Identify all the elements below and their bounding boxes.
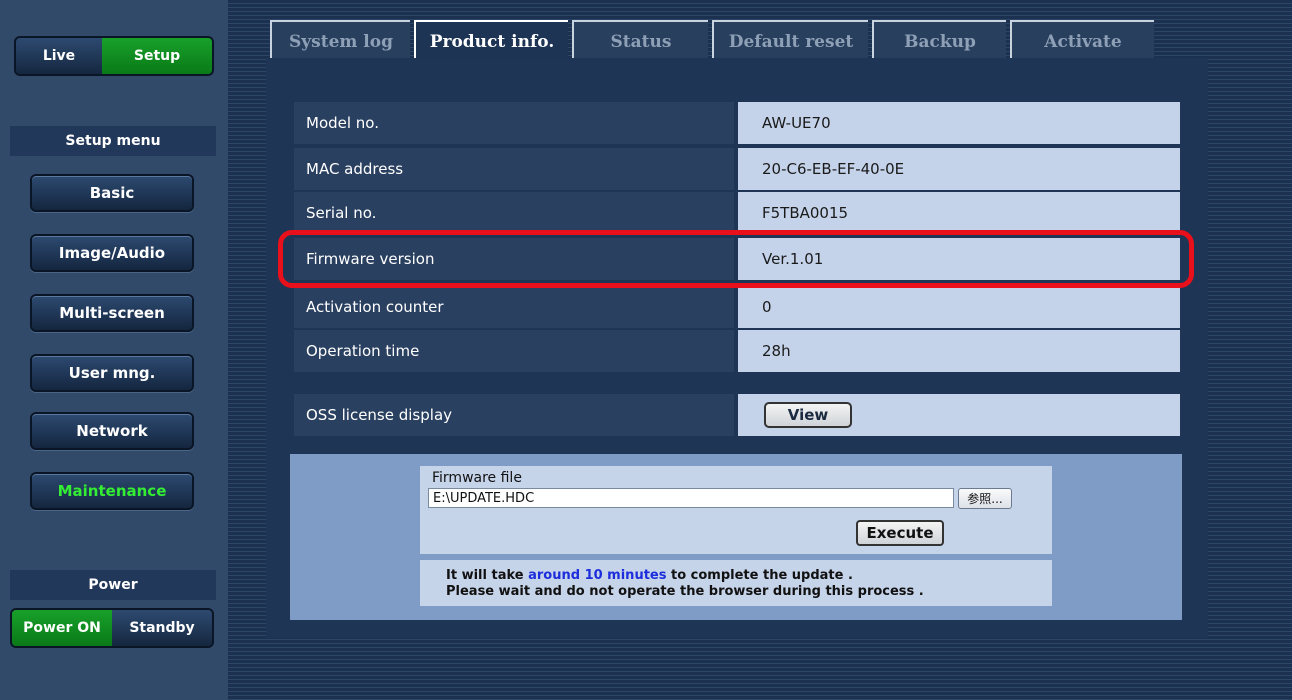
menu-user-mng-button[interactable]: User mng. — [30, 354, 194, 392]
oss-value-cell: View — [738, 394, 1180, 436]
browse-button[interactable]: 参照... — [958, 488, 1012, 509]
info-row-mac: MAC address 20-C6-EB-EF-40-0E — [294, 148, 1180, 190]
info-row-oss: OSS license display View — [294, 394, 1180, 436]
standby-button[interactable]: Standby — [112, 610, 212, 646]
update-note: It will take around 10 minutes to comple… — [420, 560, 1052, 606]
tab-activate[interactable]: Activate — [1010, 20, 1154, 60]
menu-image-audio-button[interactable]: Image/Audio — [30, 234, 194, 272]
menu-multi-screen-button[interactable]: Multi-screen — [30, 294, 194, 332]
tab-status[interactable]: Status — [572, 20, 708, 60]
info-row-model: Model no. AW-UE70 — [294, 102, 1180, 144]
firmware-file-label: Firmware file — [432, 470, 522, 486]
execute-button[interactable]: Execute — [856, 520, 944, 546]
view-button[interactable]: View — [764, 402, 852, 428]
menu-maintenance-button[interactable]: Maintenance — [30, 472, 194, 510]
tab-system-log[interactable]: System log — [270, 20, 410, 60]
tab-product-info[interactable]: Product info. — [414, 20, 568, 62]
info-value: 0 — [738, 286, 1180, 328]
tab-default-reset[interactable]: Default reset — [712, 20, 868, 60]
setup-menu-title: Setup menu — [10, 126, 216, 156]
info-label: Serial no. — [294, 192, 734, 234]
info-row-operation-time: Operation time 28h — [294, 330, 1180, 372]
sidebar: Live Setup Setup menu Basic Image/Audio … — [0, 0, 228, 700]
info-row-serial: Serial no. F5TBA0015 — [294, 192, 1180, 234]
power-switch: Power ON Standby — [10, 608, 214, 648]
note-duration: around 10 minutes — [528, 568, 667, 583]
info-value: 28h — [738, 330, 1180, 372]
tab-backup[interactable]: Backup — [872, 20, 1006, 60]
setup-button[interactable]: Setup — [102, 38, 212, 74]
note-text-post: to complete the update . — [666, 568, 853, 583]
firmware-file-input[interactable] — [428, 488, 954, 508]
mode-switch: Live Setup — [14, 36, 214, 76]
update-note-line-1: It will take around 10 minutes to comple… — [446, 568, 853, 583]
live-button[interactable]: Live — [16, 38, 102, 74]
firmware-version-highlight — [278, 230, 1194, 288]
info-label: Activation counter — [294, 286, 734, 328]
menu-basic-button[interactable]: Basic — [30, 174, 194, 212]
info-label: Model no. — [294, 102, 734, 144]
info-value: 20-C6-EB-EF-40-0E — [738, 148, 1180, 190]
info-label: Operation time — [294, 330, 734, 372]
update-note-line-2: Please wait and do not operate the brows… — [446, 584, 924, 599]
info-value: AW-UE70 — [738, 102, 1180, 144]
power-title: Power — [10, 570, 216, 600]
info-value: F5TBA0015 — [738, 192, 1180, 234]
note-text-pre: It will take — [446, 568, 529, 583]
menu-network-button[interactable]: Network — [30, 412, 194, 450]
oss-label: OSS license display — [294, 394, 734, 436]
info-row-activation: Activation counter 0 — [294, 286, 1180, 328]
power-on-button[interactable]: Power ON — [12, 610, 112, 646]
info-label: MAC address — [294, 148, 734, 190]
